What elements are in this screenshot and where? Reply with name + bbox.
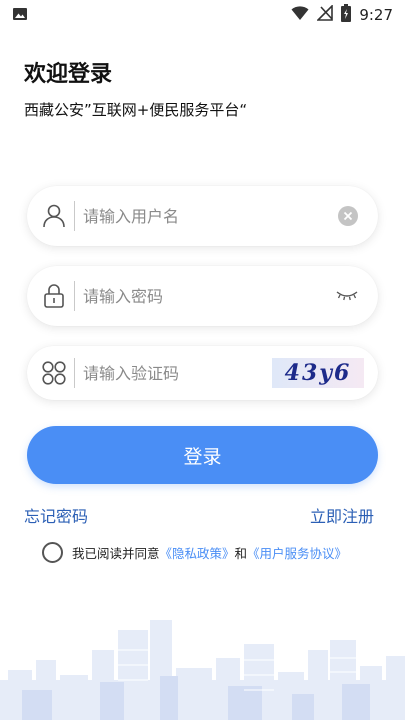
status-bar: 9:27 [0,0,405,28]
lock-icon [41,283,67,309]
hide-password-eye-icon[interactable] [336,288,358,307]
gallery-notification-icon [12,6,28,26]
captcha-field[interactable]: 43y6 [27,346,378,400]
agree-radio[interactable] [42,542,63,563]
username-input[interactable] [83,200,313,232]
agreement-text: 我已阅读并同意 [72,546,160,561]
field-divider [74,281,75,311]
field-divider [74,201,75,231]
user-icon [41,203,67,229]
grid-icon [41,360,67,386]
wifi-icon [291,5,309,25]
battery-icon [341,4,352,26]
agreement-row: 我已阅读并同意 《隐私政策》 和 《用户服务协议》 [42,542,347,563]
user-agreement-link[interactable]: 《用户服务协议》 [247,543,347,562]
register-link[interactable]: 立即注册 [310,503,374,527]
password-field[interactable] [27,266,378,326]
agreement-conjunction: 和 [234,546,248,561]
captcha-image[interactable]: 43y6 [272,358,364,388]
page-title: 欢迎登录 [24,62,113,87]
city-skyline-illustration [0,620,405,720]
field-divider [74,358,75,388]
forgot-password-link[interactable]: 忘记密码 [24,503,88,527]
clear-icon[interactable] [338,206,358,230]
login-button[interactable]: 登录 [27,426,378,484]
page-subtitle: 西藏公安”互联网+便民服务平台“ [24,101,248,119]
privacy-policy-link[interactable]: 《隐私政策》 [160,543,235,562]
password-input[interactable] [83,280,313,312]
no-signal-icon [316,4,334,25]
status-time: 9:27 [359,6,393,24]
username-field[interactable] [27,186,378,246]
